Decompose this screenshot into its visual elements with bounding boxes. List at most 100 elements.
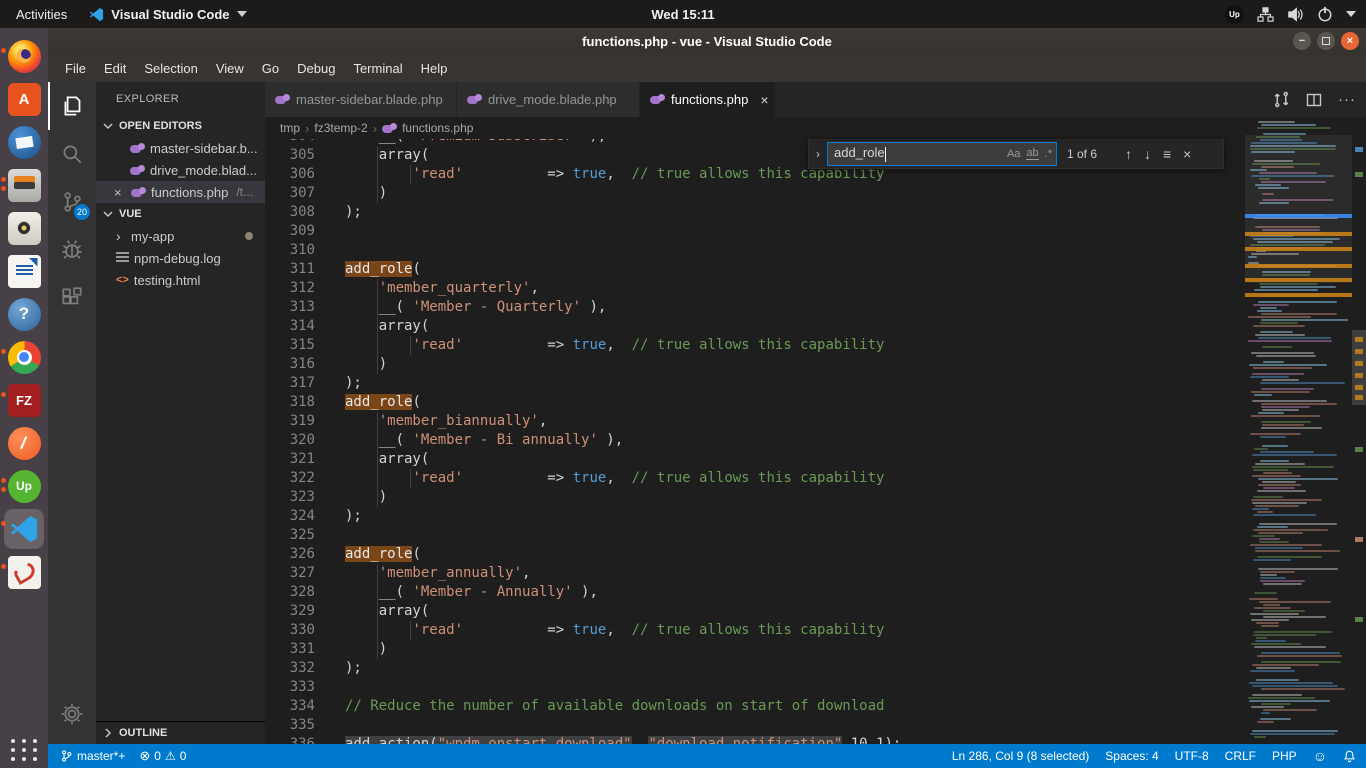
minimap[interactable] bbox=[1245, 117, 1352, 744]
minimap-slider[interactable] bbox=[1245, 135, 1352, 283]
code-line[interactable]: 317); bbox=[265, 374, 1245, 393]
code-line[interactable]: 326add_role( bbox=[265, 545, 1245, 564]
cursor-position[interactable]: Ln 286, Col 9 (8 selected) bbox=[952, 749, 1089, 763]
code-line[interactable]: 335 bbox=[265, 716, 1245, 735]
open-editor-item[interactable]: master-sidebar.b... bbox=[96, 137, 265, 159]
close-button[interactable]: × bbox=[1341, 32, 1359, 50]
compare-changes-icon[interactable] bbox=[1273, 91, 1290, 108]
activity-extensions[interactable] bbox=[48, 274, 96, 322]
code-line[interactable]: 322 'read' => true, // true allows this … bbox=[265, 469, 1245, 488]
close-find-icon[interactable]: × bbox=[1183, 146, 1191, 162]
code-line[interactable]: 330 'read' => true, // true allows this … bbox=[265, 621, 1245, 640]
app-menu[interactable]: Visual Studio Code bbox=[89, 7, 246, 22]
file-item-testing-html[interactable]: <>testing.html bbox=[96, 269, 265, 291]
dock-upwork[interactable] bbox=[4, 466, 44, 506]
minimize-button[interactable]: − bbox=[1293, 32, 1311, 50]
menu-file[interactable]: File bbox=[56, 55, 95, 82]
menu-selection[interactable]: Selection bbox=[135, 55, 206, 82]
outline-section-header[interactable]: OUTLINE bbox=[96, 721, 265, 744]
code-line[interactable]: 324); bbox=[265, 507, 1245, 526]
code-line[interactable]: 336add_action("wpdm_onstart_download", "… bbox=[265, 735, 1245, 744]
dock-ubuntu-software[interactable] bbox=[4, 79, 44, 119]
dock-document-viewer[interactable] bbox=[4, 552, 44, 592]
dock-vscode[interactable] bbox=[4, 509, 44, 549]
code-line[interactable]: 320 __( 'Member - Bi annually' ), bbox=[265, 431, 1245, 450]
code-line[interactable]: 310 bbox=[265, 241, 1245, 260]
more-actions-icon[interactable]: ··· bbox=[1338, 91, 1356, 108]
find-input[interactable]: add_role Aa ab .* bbox=[827, 142, 1057, 166]
menu-edit[interactable]: Edit bbox=[95, 55, 135, 82]
code-line[interactable]: 307 ) bbox=[265, 184, 1245, 203]
activity-search[interactable] bbox=[48, 130, 96, 178]
code-line[interactable]: 323 ) bbox=[265, 488, 1245, 507]
next-match-icon[interactable]: ↓ bbox=[1144, 146, 1151, 162]
code-line[interactable]: 314 array( bbox=[265, 317, 1245, 336]
problems-item[interactable]: ⊗ 0 ⚠ 0 bbox=[139, 748, 186, 764]
close-editor-icon[interactable]: × bbox=[114, 185, 126, 200]
dock-firefox[interactable] bbox=[4, 36, 44, 76]
menu-terminal[interactable]: Terminal bbox=[344, 55, 411, 82]
eol-sequence[interactable]: CRLF bbox=[1225, 749, 1256, 763]
volume-icon[interactable] bbox=[1287, 7, 1304, 22]
code-line[interactable]: 333 bbox=[265, 678, 1245, 697]
dock-help[interactable] bbox=[4, 294, 44, 334]
breadcrumb-item[interactable]: tmp bbox=[280, 121, 300, 135]
dock-filezilla[interactable] bbox=[4, 380, 44, 420]
menu-help[interactable]: Help bbox=[412, 55, 457, 82]
menu-debug[interactable]: Debug bbox=[288, 55, 344, 82]
open-editor-item[interactable]: drive_mode.blad... bbox=[96, 159, 265, 181]
tab-functions-php[interactable]: functions.php× bbox=[640, 82, 776, 117]
dock-postman[interactable] bbox=[4, 423, 44, 463]
dock-libreoffice-writer[interactable] bbox=[4, 251, 44, 291]
split-editor-icon[interactable] bbox=[1306, 92, 1322, 108]
maximize-button[interactable] bbox=[1317, 32, 1335, 50]
menu-view[interactable]: View bbox=[207, 55, 253, 82]
activity-explorer[interactable] bbox=[48, 82, 96, 130]
code-line[interactable]: 318add_role( bbox=[265, 393, 1245, 412]
dock-rhythmbox[interactable] bbox=[4, 208, 44, 248]
code-line[interactable]: 334// Reduce the number of available dow… bbox=[265, 697, 1245, 716]
power-icon[interactable] bbox=[1317, 6, 1333, 22]
code-line[interactable]: 313 __( 'Member - Quarterly' ), bbox=[265, 298, 1245, 317]
code-editor[interactable]: 304 __( 'Premium Subscriber' ),305 array… bbox=[265, 127, 1245, 744]
activities-button[interactable]: Activities bbox=[16, 7, 67, 22]
notifications-bell-icon[interactable] bbox=[1343, 749, 1356, 763]
language-mode[interactable]: PHP bbox=[1272, 749, 1297, 763]
code-line[interactable]: 332); bbox=[265, 659, 1245, 678]
dock-chrome[interactable] bbox=[4, 337, 44, 377]
dock-files[interactable] bbox=[4, 165, 44, 205]
tab-drive-mode-blade-php[interactable]: drive_mode.blade.php bbox=[457, 82, 640, 117]
feedback-smiley-icon[interactable]: ☺ bbox=[1313, 748, 1327, 764]
breadcrumb[interactable]: tmp›fz3temp-2›functions.php bbox=[265, 117, 1245, 139]
code-line[interactable]: 321 array( bbox=[265, 450, 1245, 469]
code-line[interactable]: 312 'member_quarterly', bbox=[265, 279, 1245, 298]
code-line[interactable]: 311add_role( bbox=[265, 260, 1245, 279]
network-icon[interactable] bbox=[1257, 7, 1274, 22]
folder-section-header[interactable]: VUE bbox=[96, 203, 265, 225]
close-tab-icon[interactable]: × bbox=[760, 92, 768, 108]
breadcrumb-item[interactable]: fz3temp-2 bbox=[314, 121, 367, 135]
upwork-tray-icon[interactable]: Up bbox=[1225, 5, 1244, 24]
menu-go[interactable]: Go bbox=[253, 55, 288, 82]
indentation[interactable]: Spaces: 4 bbox=[1105, 749, 1158, 763]
code-line[interactable]: 328 __( 'Member - Annually' ), bbox=[265, 583, 1245, 602]
file-item-my-app[interactable]: ›my-app bbox=[96, 225, 265, 247]
scrollbar[interactable] bbox=[1352, 117, 1366, 744]
system-menu-caret-icon[interactable] bbox=[1346, 11, 1356, 17]
window-title-bar[interactable]: functions.php - vue - Visual Studio Code… bbox=[48, 28, 1366, 55]
code-line[interactable]: 316 ) bbox=[265, 355, 1245, 374]
open-editors-header[interactable]: OPEN EDITORS bbox=[96, 115, 265, 137]
file-item-npm-debug-log[interactable]: npm-debug.log bbox=[96, 247, 265, 269]
activity-debug[interactable] bbox=[48, 226, 96, 274]
code-line[interactable]: 319 'member_biannually', bbox=[265, 412, 1245, 431]
whole-word-icon[interactable]: ab bbox=[1026, 147, 1038, 160]
code-line[interactable]: 331 ) bbox=[265, 640, 1245, 659]
tab-master-sidebar-blade-php[interactable]: master-sidebar.blade.php bbox=[265, 82, 457, 117]
code-line[interactable]: 327 'member_annually', bbox=[265, 564, 1245, 583]
git-branch-item[interactable]: master*+ bbox=[60, 749, 125, 763]
toggle-replace-icon[interactable]: › bbox=[809, 147, 827, 161]
code-line[interactable]: 329 array( bbox=[265, 602, 1245, 621]
manage-gear-icon[interactable] bbox=[48, 690, 96, 738]
code-line[interactable]: 309 bbox=[265, 222, 1245, 241]
code-line[interactable]: 308); bbox=[265, 203, 1245, 222]
